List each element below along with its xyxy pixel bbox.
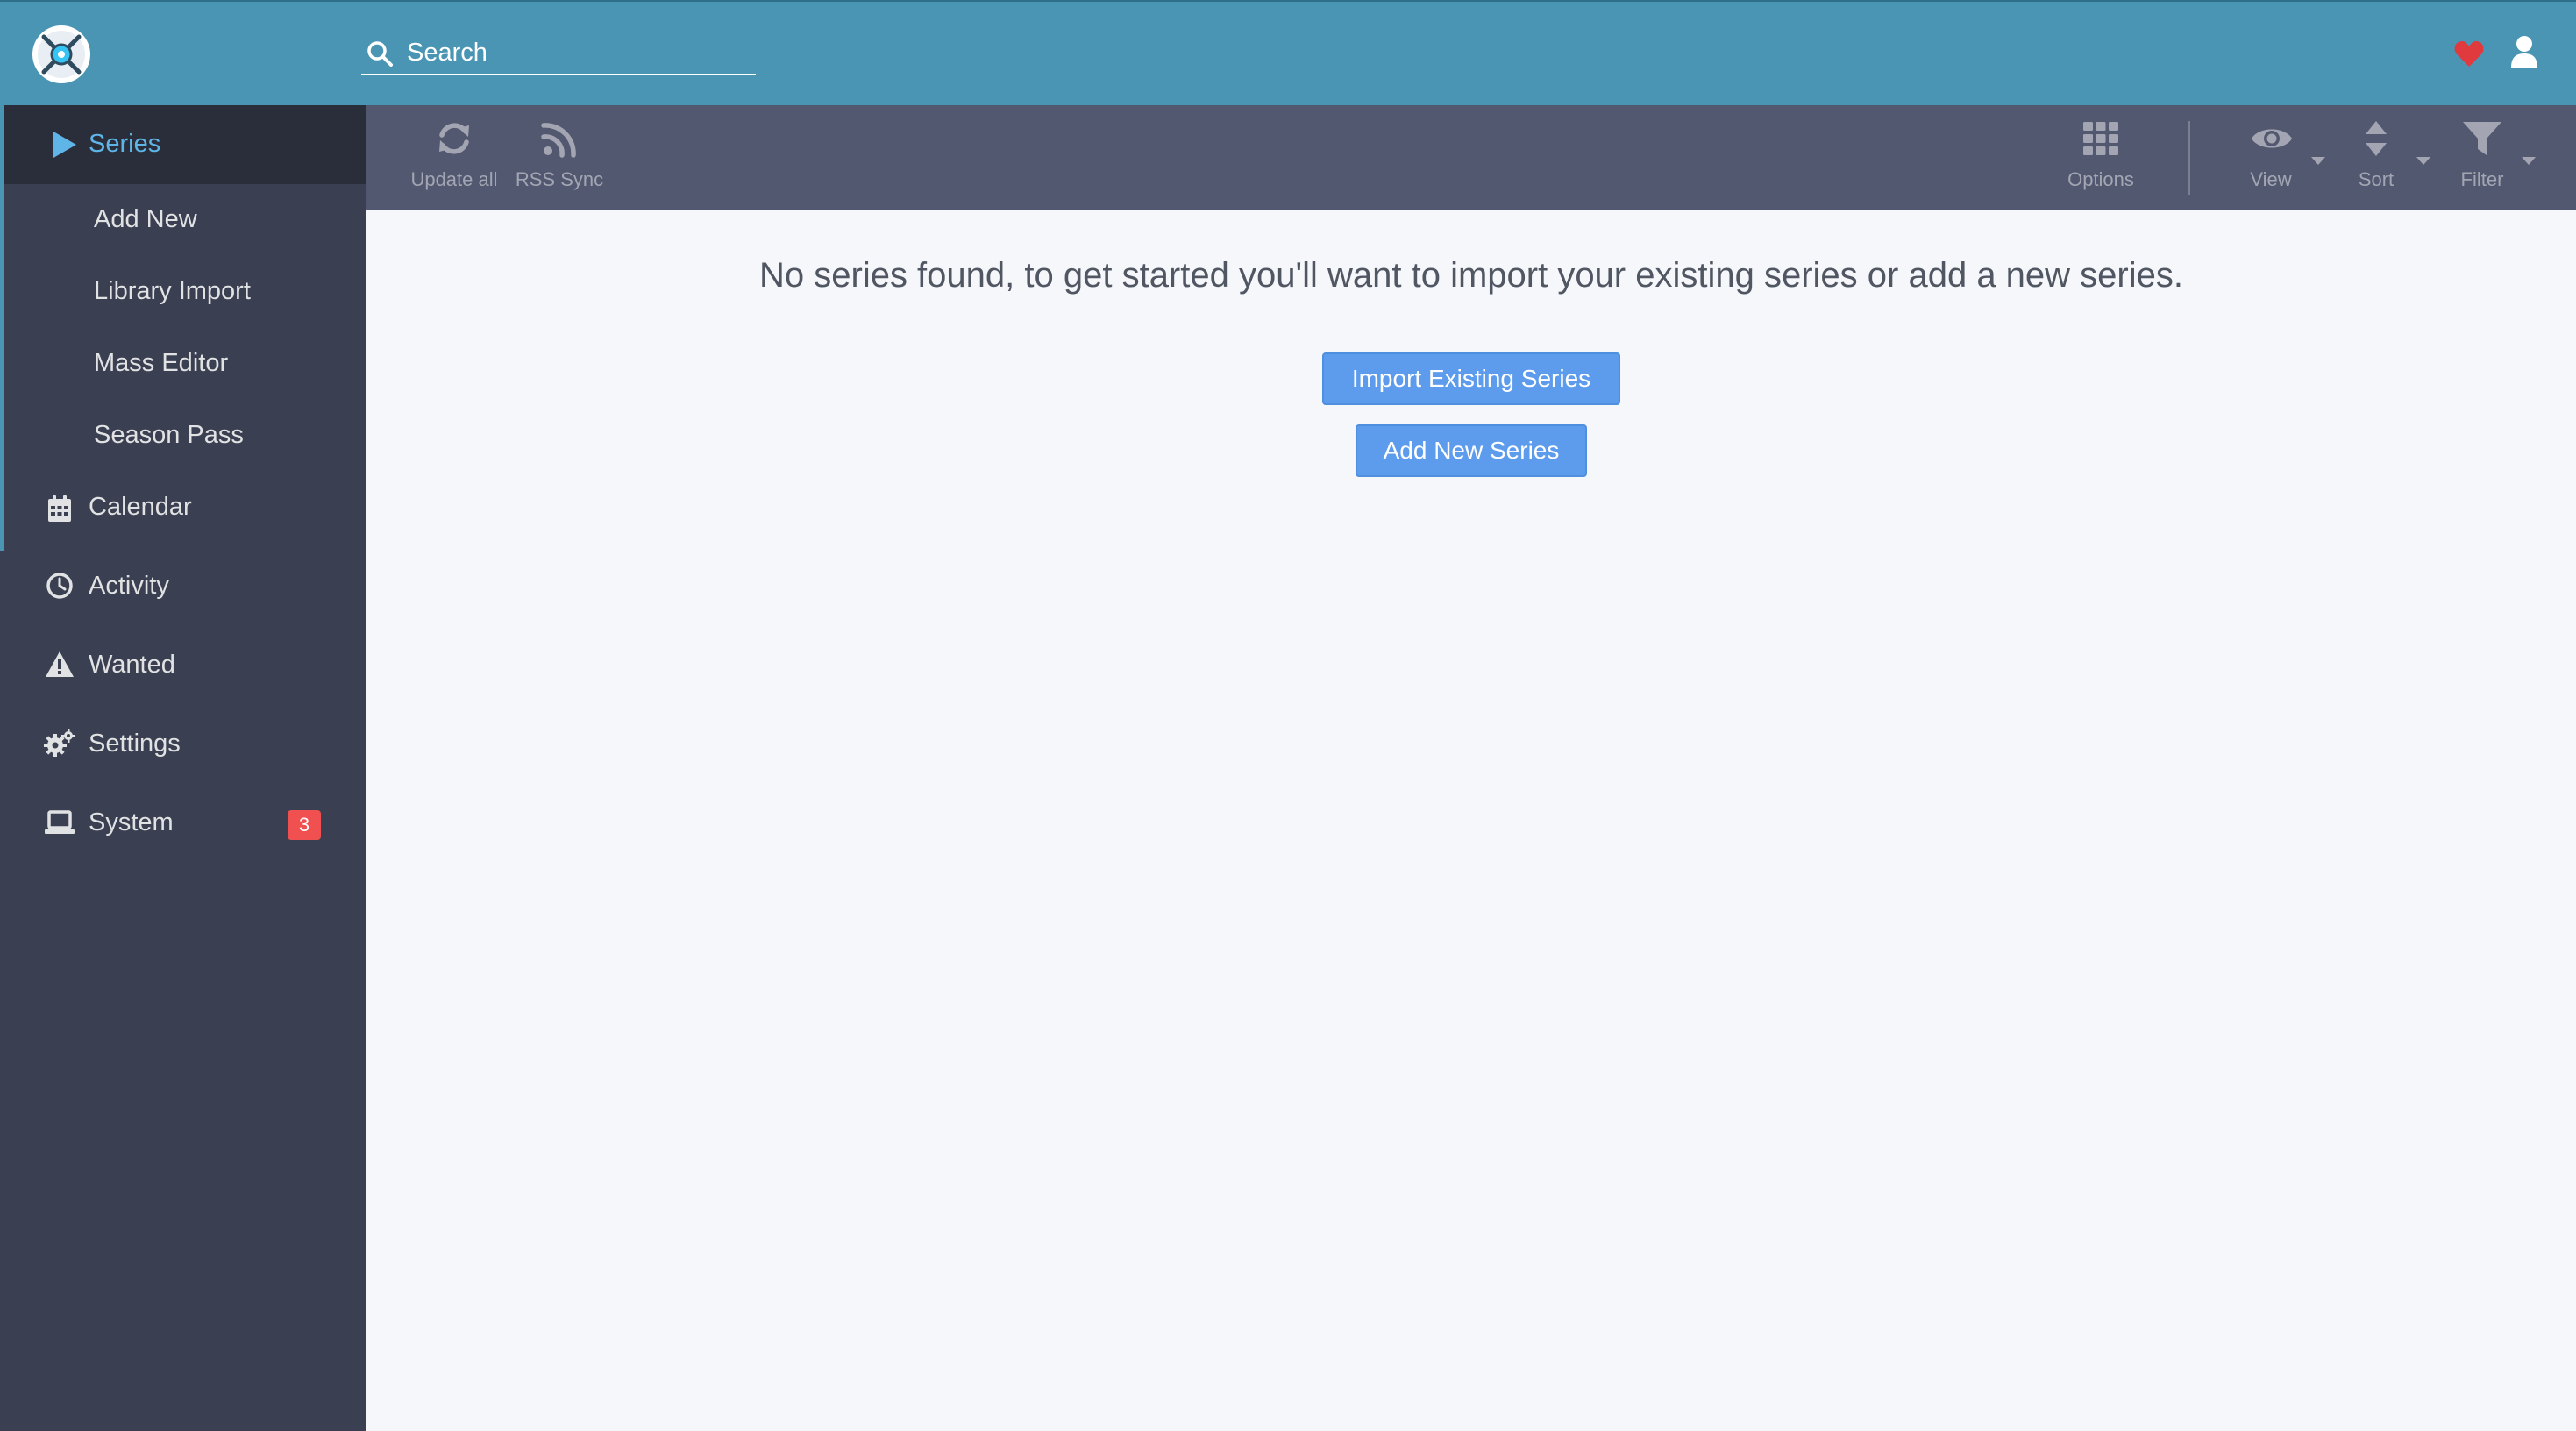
sidebar-item-label: Wanted (89, 651, 175, 679)
app-window: Series Add New Library Import Mass Edito… (0, 0, 2576, 1431)
sort-icon (2366, 121, 2387, 156)
sidebar-item-label: Calendar (89, 493, 192, 521)
gears-icon (44, 729, 75, 757)
eye-icon (2252, 129, 2292, 148)
grid-icon (2083, 122, 2118, 155)
update-all-label: Update all (410, 168, 498, 190)
options-button[interactable]: Options (2057, 105, 2145, 210)
rss-sync-label: RSS Sync (515, 168, 604, 190)
chevron-down-icon (2416, 157, 2430, 165)
clock-icon (46, 573, 73, 599)
search-input[interactable] (405, 35, 752, 70)
sidebar-item-label: Settings (89, 730, 181, 758)
sidebar-item-season-pass[interactable]: Season Pass (0, 400, 366, 470)
sidebar-item-label: Library Import (94, 277, 251, 305)
sidebar-item-mass-editor[interactable]: Mass Editor (0, 328, 366, 398)
add-new-series-button[interactable]: Add New Series (1356, 424, 1587, 477)
top-header (0, 0, 2576, 105)
sidebar-item-label: Mass Editor (94, 349, 229, 377)
sidebar-item-calendar[interactable]: Calendar (0, 472, 366, 547)
sidebar-item-library-import[interactable]: Library Import (0, 256, 366, 326)
sidebar-item-label: Season Pass (94, 421, 244, 449)
empty-state-message: No series found, to get started you'll w… (759, 256, 2183, 295)
sort-menu-button[interactable]: Sort (2339, 105, 2436, 210)
update-all-button[interactable]: Update all (410, 105, 498, 210)
sort-label: Sort (2358, 168, 2395, 190)
chevron-down-icon (2311, 157, 2325, 165)
sidebar-item-series[interactable]: Series (0, 105, 366, 184)
sidebar-item-activity[interactable]: Activity (0, 551, 366, 626)
filter-icon (2463, 122, 2501, 155)
sidebar-item-wanted[interactable]: Wanted (0, 630, 366, 705)
rss-sync-button[interactable]: RSS Sync (507, 105, 612, 210)
user-icon[interactable] (2509, 35, 2539, 68)
search-box (361, 32, 756, 75)
filter-label: Filter (2460, 168, 2504, 190)
view-label: View (2250, 168, 2292, 190)
laptop-icon (45, 810, 75, 834)
sidebar-item-label: Activity (89, 572, 169, 600)
calendar-icon (48, 495, 71, 522)
chevron-down-icon (2522, 157, 2536, 165)
filter-menu-button[interactable]: Filter (2444, 105, 2541, 210)
sonarr-logo-icon[interactable] (32, 25, 91, 84)
warning-icon (46, 651, 74, 677)
sidebar-item-add-new[interactable]: Add New (0, 184, 366, 254)
status-badge: 3 (288, 810, 321, 840)
rss-icon (541, 123, 576, 158)
sidebar-item-label: Series (89, 130, 161, 158)
options-label: Options (2067, 168, 2134, 190)
sidebar-item-label: System (89, 808, 174, 837)
import-existing-series-button[interactable]: Import Existing Series (1322, 352, 1620, 405)
toolbar-divider (2188, 121, 2190, 195)
sidebar-item-settings[interactable]: Settings (0, 708, 366, 784)
sidebar-item-label: Add New (94, 205, 197, 233)
play-icon (53, 132, 76, 158)
refresh-icon (439, 123, 469, 154)
sidebar: Series Add New Library Import Mass Edito… (0, 105, 366, 1431)
toolbar: Update all RSS Sync Options View Sort Fi… (366, 105, 2576, 210)
heart-icon[interactable] (2453, 39, 2485, 68)
search-icon (367, 41, 393, 67)
main-content: No series found, to get started you'll w… (366, 210, 2576, 1431)
view-menu-button[interactable]: View (2234, 105, 2330, 210)
sidebar-item-system[interactable]: System 3 (0, 787, 366, 863)
